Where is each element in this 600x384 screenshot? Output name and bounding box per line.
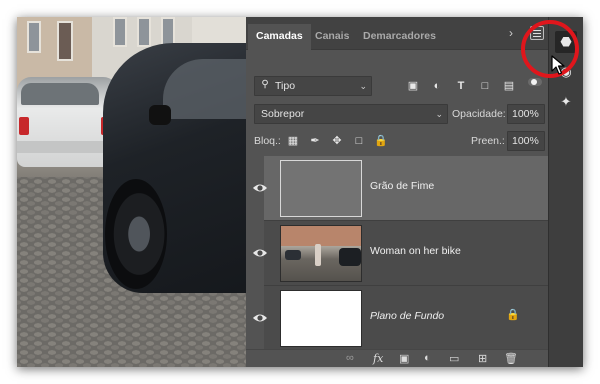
add-mask-icon[interactable]: ▣ <box>399 352 409 365</box>
tab-layers[interactable]: Camadas <box>248 24 311 50</box>
lock-all-icon[interactable]: 🔒 <box>374 131 388 151</box>
search-icon: ⚲ <box>261 79 269 90</box>
smart-object-filter-icon[interactable]: ▤ <box>502 76 516 96</box>
link-layers-icon[interactable]: ∞ <box>346 352 354 364</box>
layer-row[interactable]: Plano de Fundo 🔒 <box>253 286 548 351</box>
new-group-icon[interactable]: ▭ <box>449 352 459 365</box>
lock-transparent-pixels-icon[interactable]: ▦ <box>286 131 300 151</box>
collapse-arrows-icon[interactable]: › <box>509 26 513 40</box>
layer-row[interactable]: Grão de Fime <box>253 156 548 221</box>
paths-panel-icon[interactable]: ✦ <box>555 91 577 113</box>
type-layer-filter-icon[interactable]: T <box>454 76 468 96</box>
layer-thumbnail <box>280 290 362 347</box>
filter-kind-value: Tipo <box>275 80 296 92</box>
layer-thumbnail <box>280 225 362 282</box>
adjustment-layer-icon[interactable]: ◐ <box>424 352 431 364</box>
filter-toggle[interactable] <box>528 78 542 86</box>
lock-position-icon[interactable]: ✥ <box>330 131 344 151</box>
layer-name[interactable]: Plano de Fundo <box>370 310 444 322</box>
dark-car <box>103 43 246 293</box>
layer-thumbnail <box>280 160 362 217</box>
opacity-input[interactable]: 100% <box>507 104 545 124</box>
layers-bottom-bar: ∞ fx ▣ ◐ ▭ ⊞ 🗑 <box>246 349 548 367</box>
fill-label: Preen.: <box>471 135 505 147</box>
lock-image-pixels-icon[interactable]: ✒ <box>308 131 322 151</box>
white-car-bumper <box>17 141 117 153</box>
building-window <box>57 21 73 61</box>
fill-value: 100% <box>512 135 539 147</box>
highlight-circle <box>521 20 579 78</box>
pixel-layer-filter-icon[interactable]: ▣ <box>406 76 420 96</box>
mouse-cursor-icon <box>551 55 565 75</box>
lock-icon[interactable]: 🔒 <box>506 308 520 321</box>
layers-panel: Camadas Canais Demarcadores › ⚲ Tipo ⌄ ▣… <box>246 17 548 367</box>
fx-icon[interactable]: fx <box>373 352 383 365</box>
fill-input[interactable]: 100% <box>507 131 545 151</box>
delete-layer-icon[interactable]: 🗑 <box>504 352 518 365</box>
layer-name[interactable]: Woman on her bike <box>370 245 461 257</box>
visibility-eye-icon[interactable] <box>252 310 268 326</box>
building-window <box>137 17 151 47</box>
dark-car-window <box>163 59 246 119</box>
blend-mode-select[interactable]: Sobrepor ⌄ <box>254 104 448 124</box>
filter-kind-select[interactable]: ⚲ Tipo ⌄ <box>254 76 372 96</box>
opacity-label: Opacidade: <box>452 108 506 120</box>
dark-car-mirror <box>149 105 171 125</box>
white-car-rear-window <box>21 83 99 105</box>
building-window <box>113 17 127 47</box>
panel-tab-bar: Camadas Canais Demarcadores › <box>246 17 548 50</box>
visibility-eye-icon[interactable] <box>252 180 268 196</box>
tail-light <box>19 117 29 135</box>
screenshot-frame: Camadas Canais Demarcadores › ⚲ Tipo ⌄ ▣… <box>17 17 583 367</box>
document-canvas[interactable] <box>17 17 246 367</box>
tab-channels[interactable]: Canais <box>307 24 357 50</box>
opacity-value: 100% <box>512 108 539 120</box>
new-layer-icon[interactable]: ⊞ <box>478 352 487 365</box>
blend-mode-value: Sobrepor <box>261 108 305 120</box>
lock-artboard-icon[interactable]: □ <box>352 131 366 151</box>
tab-paths[interactable]: Demarcadores <box>355 24 444 50</box>
lock-label: Bloq.: <box>254 135 281 147</box>
chevron-down-icon: ⌄ <box>359 81 367 91</box>
building-window <box>27 21 41 53</box>
layer-name[interactable]: Grão de Fime <box>370 180 434 192</box>
layer-row[interactable]: Woman on her bike <box>253 221 548 286</box>
layers-list: Grão de Fime Woman on her bike Plano de … <box>253 156 548 351</box>
visibility-eye-icon[interactable] <box>252 245 268 261</box>
chevron-down-icon: ⌄ <box>435 109 443 119</box>
adjustment-layer-filter-icon[interactable]: ◐ <box>430 76 444 96</box>
dark-car-wheel <box>105 179 167 289</box>
shape-layer-filter-icon[interactable]: □ <box>478 76 492 96</box>
